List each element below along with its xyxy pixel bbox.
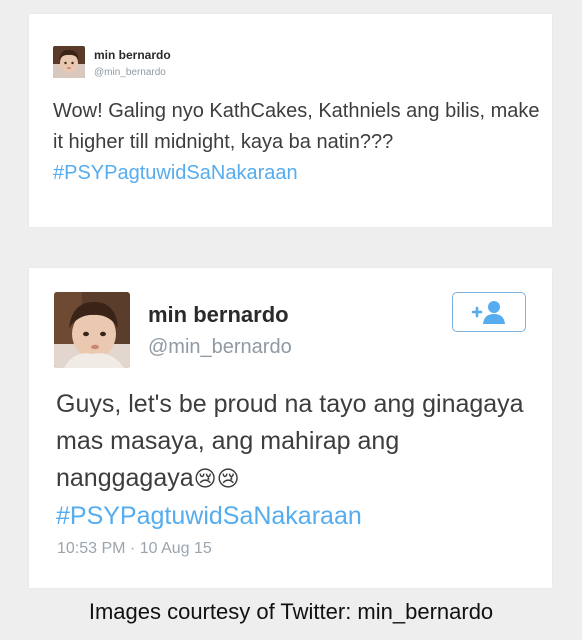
image-caption: Images courtesy of Twitter: min_bernardo [88,599,494,624]
avatar[interactable] [54,292,130,368]
author-handle[interactable]: @min_bernardo [94,67,166,78]
avatar-photo-icon [53,46,85,78]
tweet-card-large: min bernardo @min_bernardo Guys, let's b… [29,268,552,588]
tweet-text: Wow! Galing nyo KathCakes, Kathniels ang… [53,96,543,189]
tweet-body: Wow! Galing nyo KathCakes, Kathniels ang… [53,100,540,153]
hashtag-link[interactable]: #PSYPagtuwidSaNakaraan [56,502,362,530]
hashtag-link[interactable]: #PSYPagtuwidSaNakaraan [53,162,298,184]
add-user-icon [471,301,505,324]
tweet-body: Guys, let's be proud na tayo ang ginagay… [56,390,524,492]
avatar[interactable] [53,46,85,78]
author-name[interactable]: min bernardo [148,302,289,328]
follow-button[interactable] [452,292,526,332]
crying-face-emoji: 😢😢 [193,467,240,492]
avatar-photo-icon [54,292,130,368]
author-name[interactable]: min bernardo [94,48,171,62]
tweet-card-small: min bernardo @min_bernardo Wow! Galing n… [29,14,552,227]
author-handle[interactable]: @min_bernardo [148,336,292,359]
tweet-timestamp[interactable]: 10:53 PM · 10 Aug 15 [57,540,212,558]
tweet-text: Guys, let's be proud na tayo ang ginagay… [56,386,536,535]
